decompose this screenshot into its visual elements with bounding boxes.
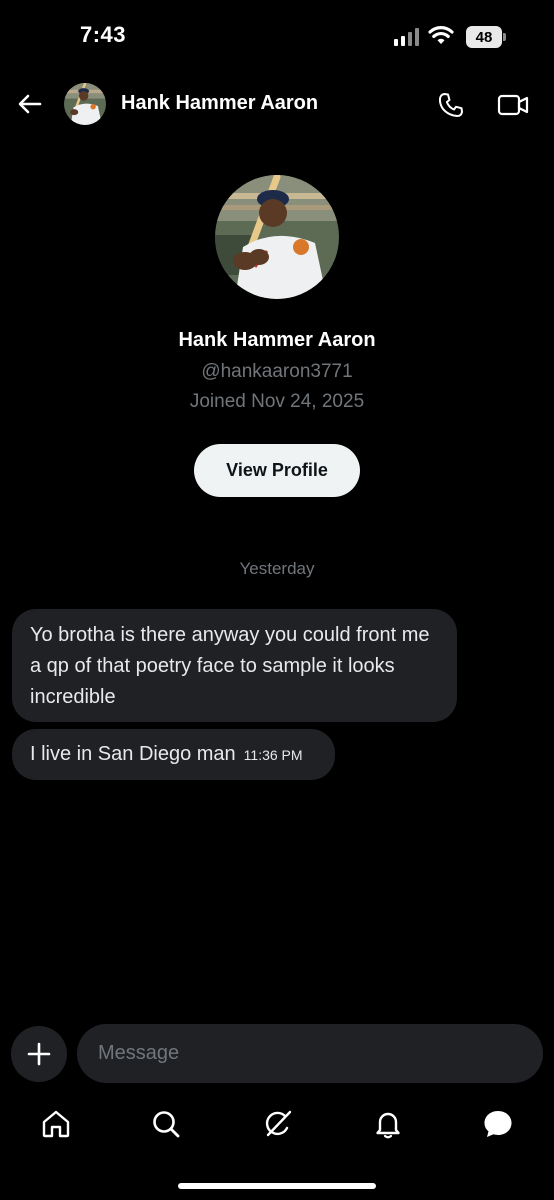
- date-separator: Yesterday: [239, 559, 315, 578]
- message-bubble[interactable]: I live in San Diego man 11:36 PM: [12, 729, 335, 780]
- dm-conversation-screen: 7:43 48 Hank Hammer Aaron Hank Hammer Aa…: [0, 0, 554, 1200]
- plus-icon: [27, 1042, 51, 1066]
- profile-avatar[interactable]: [215, 175, 339, 299]
- message-input[interactable]: [77, 1024, 543, 1083]
- conversation-header: Hank Hammer Aaron: [0, 78, 554, 130]
- video-call-icon[interactable]: [496, 90, 530, 120]
- phone-call-icon[interactable]: [436, 90, 466, 120]
- wifi-icon: [428, 26, 454, 44]
- back-arrow-icon[interactable]: [16, 90, 44, 118]
- battery-level: 48: [475, 28, 493, 46]
- message-text: I live in San Diego man: [30, 743, 236, 765]
- grok-icon[interactable]: [262, 1108, 294, 1140]
- battery-icon: 48: [466, 26, 506, 48]
- profile-name: Hank Hammer Aaron: [178, 329, 376, 351]
- home-icon[interactable]: [40, 1108, 72, 1140]
- header-contact-name[interactable]: Hank Hammer Aaron: [121, 92, 318, 115]
- profile-handle: @hankaaron3771: [201, 361, 353, 382]
- search-icon[interactable]: [150, 1108, 182, 1140]
- profile-joined-date: Joined Nov 24, 2025: [189, 391, 365, 412]
- message-bubble[interactable]: Yo brotha is there anyway you could fron…: [12, 609, 457, 722]
- messages-icon[interactable]: [482, 1108, 514, 1140]
- status-bar: 7:43 48: [0, 0, 554, 70]
- notifications-bell-icon[interactable]: [372, 1108, 404, 1140]
- header-avatar[interactable]: [64, 83, 106, 125]
- cellular-signal-icon: [394, 28, 419, 46]
- view-profile-button[interactable]: View Profile: [194, 444, 360, 497]
- message-timestamp: 11:36 PM: [243, 747, 303, 763]
- home-indicator[interactable]: [178, 1183, 376, 1189]
- message-text: Yo brotha is there anyway you could fron…: [30, 624, 430, 708]
- status-time: 7:43: [80, 22, 127, 47]
- add-attachment-button[interactable]: [11, 1026, 67, 1082]
